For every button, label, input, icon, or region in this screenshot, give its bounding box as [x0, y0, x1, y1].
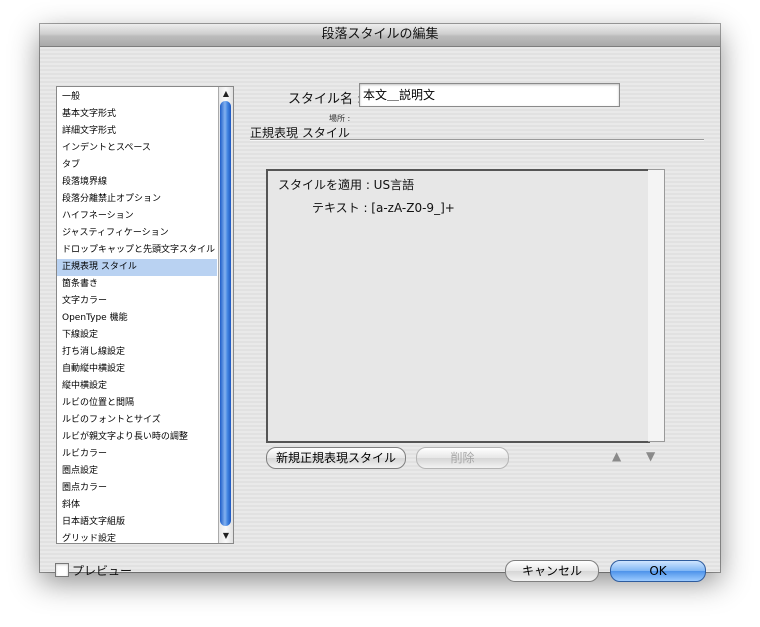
- scroll-thumb[interactable]: [220, 101, 231, 526]
- sidebar-item[interactable]: 正規表現 スタイル: [57, 259, 217, 276]
- sidebar-item[interactable]: 圏点カラー: [57, 480, 217, 497]
- triangle-up-icon[interactable]: ▲: [612, 449, 621, 463]
- sidebar-item[interactable]: 箇条書き: [57, 276, 217, 293]
- sidebar-item[interactable]: ルビが親文字より長い時の調整: [57, 429, 217, 446]
- sidebar-item[interactable]: ルビカラー: [57, 446, 217, 463]
- sidebar-item[interactable]: ドロップキャップと先頭文字スタイル: [57, 242, 217, 259]
- delete-button[interactable]: 削除: [416, 447, 509, 469]
- sidebar-item[interactable]: OpenType 機能: [57, 310, 217, 327]
- regex-style-list[interactable]: スタイルを適用 : US言語 テキスト : [a-zA-Z0-9_]+: [266, 169, 650, 443]
- preview-label: プレビュー: [72, 564, 133, 578]
- ok-button[interactable]: OK: [610, 560, 706, 582]
- regex-list-scrollbar[interactable]: [648, 169, 665, 442]
- preview-checkbox[interactable]: [55, 563, 69, 577]
- sidebar-item[interactable]: 基本文字形式: [57, 106, 217, 123]
- sidebar-item[interactable]: 縦中横設定: [57, 378, 217, 395]
- sidebar-item[interactable]: ジャスティフィケーション: [57, 225, 217, 242]
- scroll-down-arrow-icon[interactable]: ▼: [219, 529, 233, 543]
- sidebar-item[interactable]: 打ち消し線設定: [57, 344, 217, 361]
- dialog-title: 段落スタイルの編集: [40, 24, 720, 47]
- regex-row-text[interactable]: テキスト : [a-zA-Z0-9_]+: [312, 199, 455, 216]
- sidebar-item[interactable]: 文字カラー: [57, 293, 217, 310]
- sidebar-item[interactable]: 一般: [57, 89, 217, 106]
- sidebar-item[interactable]: ルビのフォントとサイズ: [57, 412, 217, 429]
- dialog-window: 段落スタイルの編集 一般 基本文字形式 詳細文字形式 インデントとスペース タブ 段落境界…: [40, 24, 720, 582]
- sidebar-item[interactable]: 段落分離禁止オプション: [57, 191, 217, 208]
- dialog-body: 一般 基本文字形式 詳細文字形式 インデントとスペース タブ 段落境界線 段落分離禁止オプシ…: [40, 47, 720, 582]
- sidebar-item[interactable]: インデントとスペース: [57, 140, 217, 157]
- sidebar-item[interactable]: 詳細文字形式: [57, 123, 217, 140]
- sidebar-item[interactable]: ハイフネーション: [57, 208, 217, 225]
- scroll-up-arrow-icon[interactable]: ▲: [219, 87, 233, 101]
- sidebar-item[interactable]: 斜体: [57, 497, 217, 514]
- style-name-input[interactable]: [359, 83, 620, 107]
- sidebar-item[interactable]: 圏点設定: [57, 463, 217, 480]
- sidebar-item[interactable]: グリッド設定: [57, 531, 217, 543]
- category-list[interactable]: 一般 基本文字形式 詳細文字形式 インデントとスペース タブ 段落境界線 段落分離禁止オプシ…: [56, 86, 234, 544]
- cancel-button[interactable]: キャンセル: [505, 560, 599, 582]
- regex-row-apply-style[interactable]: スタイルを適用 : US言語: [278, 176, 414, 193]
- section-divider: [250, 139, 704, 141]
- category-list-items: 一般 基本文字形式 詳細文字形式 インデントとスペース タブ 段落境界線 段落分離禁止オプシ…: [57, 89, 217, 543]
- new-regex-style-button[interactable]: 新規正規表現スタイル: [266, 447, 406, 469]
- triangle-down-icon[interactable]: ▼: [646, 449, 655, 463]
- sidebar-item[interactable]: 日本語文字組版: [57, 514, 217, 531]
- sidebar-item[interactable]: ルビの位置と間隔: [57, 395, 217, 412]
- style-name-label: スタイル名 :: [288, 92, 362, 107]
- sidebar-item[interactable]: 段落境界線: [57, 174, 217, 191]
- sidebar-item[interactable]: タブ: [57, 157, 217, 174]
- sidebar-item[interactable]: 下線設定: [57, 327, 217, 344]
- sidebar-item[interactable]: 自動縦中横設定: [57, 361, 217, 378]
- category-list-scrollbar[interactable]: ▲ ▼: [218, 87, 233, 543]
- location-label: 場所 :: [329, 114, 351, 123]
